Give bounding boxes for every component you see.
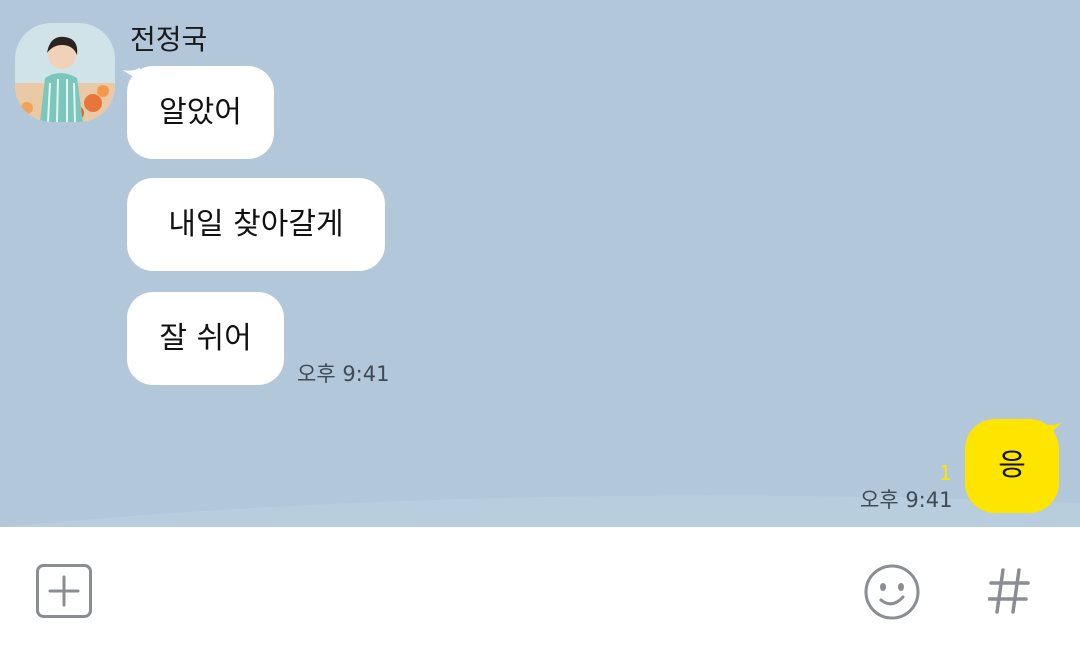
emoji-icon[interactable] xyxy=(863,563,921,621)
message-text: 응 xyxy=(998,448,1026,483)
message-text: 알았어 xyxy=(159,94,242,130)
avatar[interactable] xyxy=(15,23,115,122)
message-bubble[interactable]: 잘 쉬어 xyxy=(127,292,284,385)
plus-icon[interactable] xyxy=(36,564,92,618)
chat-window: 전정국 알았어 내일 찾아갈게 잘 쉬어 오후 9:41 응 1 오후 9:41 xyxy=(0,0,1080,655)
message-bubble[interactable]: 내일 찾아갈게 xyxy=(127,178,385,271)
input-bar xyxy=(0,527,1080,655)
unread-count: 1 xyxy=(939,461,952,485)
message-text: 내일 찾아갈게 xyxy=(168,206,344,242)
message-list[interactable]: 전정국 알았어 내일 찾아갈게 잘 쉬어 오후 9:41 응 1 오후 9:41 xyxy=(0,0,1080,527)
message-bubble-outgoing[interactable]: 응 xyxy=(965,419,1059,513)
message-text: 잘 쉬어 xyxy=(159,320,252,356)
message-timestamp: 오후 9:41 xyxy=(860,488,953,512)
hashtag-icon[interactable] xyxy=(988,568,1030,614)
sender-name: 전정국 xyxy=(130,23,208,56)
message-bubble[interactable]: 알았어 xyxy=(127,66,274,159)
message-timestamp: 오후 9:41 xyxy=(297,362,390,386)
